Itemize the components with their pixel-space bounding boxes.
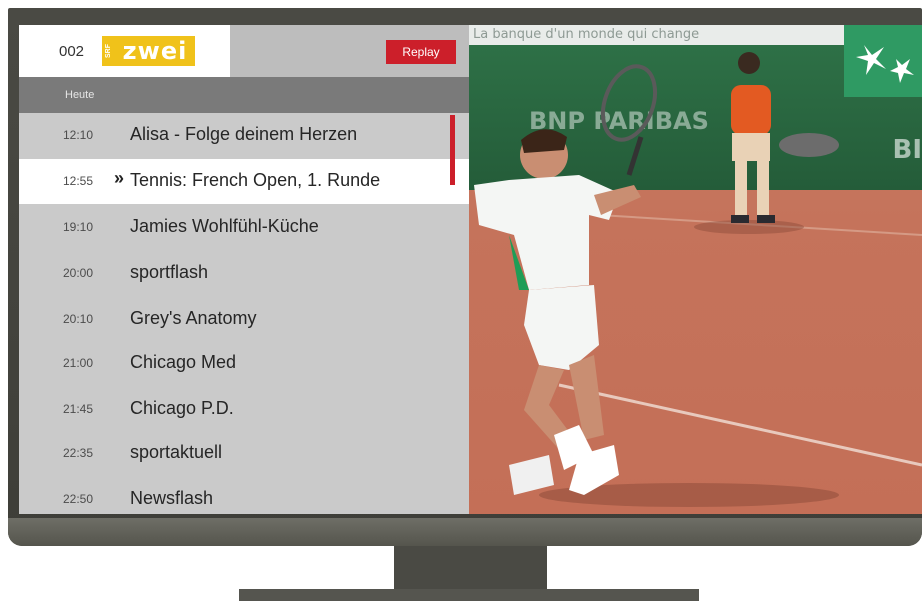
programme-time: 20:10 xyxy=(63,312,94,326)
programme-time: 12:10 xyxy=(63,128,94,142)
programme-row[interactable]: 22:35 sportaktuell xyxy=(19,431,469,476)
tennis-scene xyxy=(474,52,922,507)
channel-logo: SRF zwei xyxy=(101,36,195,66)
selected-marker-icon: » xyxy=(114,168,125,188)
programme-row[interactable]: 21:45 Chicago P.D. xyxy=(19,387,469,432)
guide-header: 002 SRF zwei Replay xyxy=(19,25,469,77)
programme-row[interactable]: 19:10 Jamies Wohlfühl-Küche xyxy=(19,205,469,250)
programme-row[interactable]: 20:10 Grey's Anatomy xyxy=(19,297,469,342)
programme-title: sportaktuell xyxy=(130,442,223,462)
programme-title: Jamies Wohlfühl-Küche xyxy=(130,216,319,236)
programme-time: 20:00 xyxy=(63,266,94,280)
programme-row[interactable]: 20:00 sportflash xyxy=(19,251,469,296)
programme-title: Chicago Med xyxy=(130,352,237,372)
programme-title: Newsflash xyxy=(130,488,214,508)
programme-time: 22:50 xyxy=(63,492,94,506)
programme-guide-panel: 002 SRF zwei Replay Heute 12:10 Alisa - … xyxy=(19,25,469,514)
programme-time: 21:45 xyxy=(63,402,94,416)
channel-info[interactable]: 002 SRF zwei xyxy=(19,25,230,77)
tv-screen: La banque d'un monde qui change BNP PARI… xyxy=(19,25,922,514)
programme-title: sportflash xyxy=(130,262,209,282)
channel-logo-brand: SRF xyxy=(101,36,115,66)
tv-bottom-rim xyxy=(8,518,922,546)
programme-row[interactable]: 22:50 Newsflash xyxy=(19,477,469,514)
programme-row[interactable]: 12:10 Alisa - Folge deinem Herzen xyxy=(19,113,469,158)
channel-logo-name: zwei xyxy=(122,37,188,65)
programme-time: 21:00 xyxy=(63,356,94,370)
day-bar: Heute xyxy=(19,77,469,113)
programme-time: 19:10 xyxy=(63,220,94,234)
programme-title: Alisa - Folge deinem Herzen xyxy=(130,124,358,144)
programme-title: Chicago P.D. xyxy=(130,398,234,418)
channel-number: 002 xyxy=(59,43,85,60)
live-video-preview[interactable]: La banque d'un monde qui change BNP PARI… xyxy=(469,25,922,514)
programme-row-selected[interactable]: 12:55 » Tennis: French Open, 1. Runde xyxy=(19,159,469,204)
day-label: Heute xyxy=(65,89,95,101)
scroll-indicator[interactable] xyxy=(450,115,455,185)
programme-title: Tennis: French Open, 1. Runde xyxy=(130,170,381,190)
programme-time: 12:55 xyxy=(63,174,94,188)
programme-time: 22:35 xyxy=(63,446,94,460)
tv-stand-neck xyxy=(394,546,547,590)
programme-row[interactable]: 21:00 Chicago Med xyxy=(19,341,469,386)
replay-button[interactable]: Replay xyxy=(386,40,456,64)
programme-list: 12:10 Alisa - Folge deinem Herzen 12:55 … xyxy=(19,113,469,514)
programme-title: Grey's Anatomy xyxy=(130,308,257,328)
tv-stand-base xyxy=(239,589,699,601)
